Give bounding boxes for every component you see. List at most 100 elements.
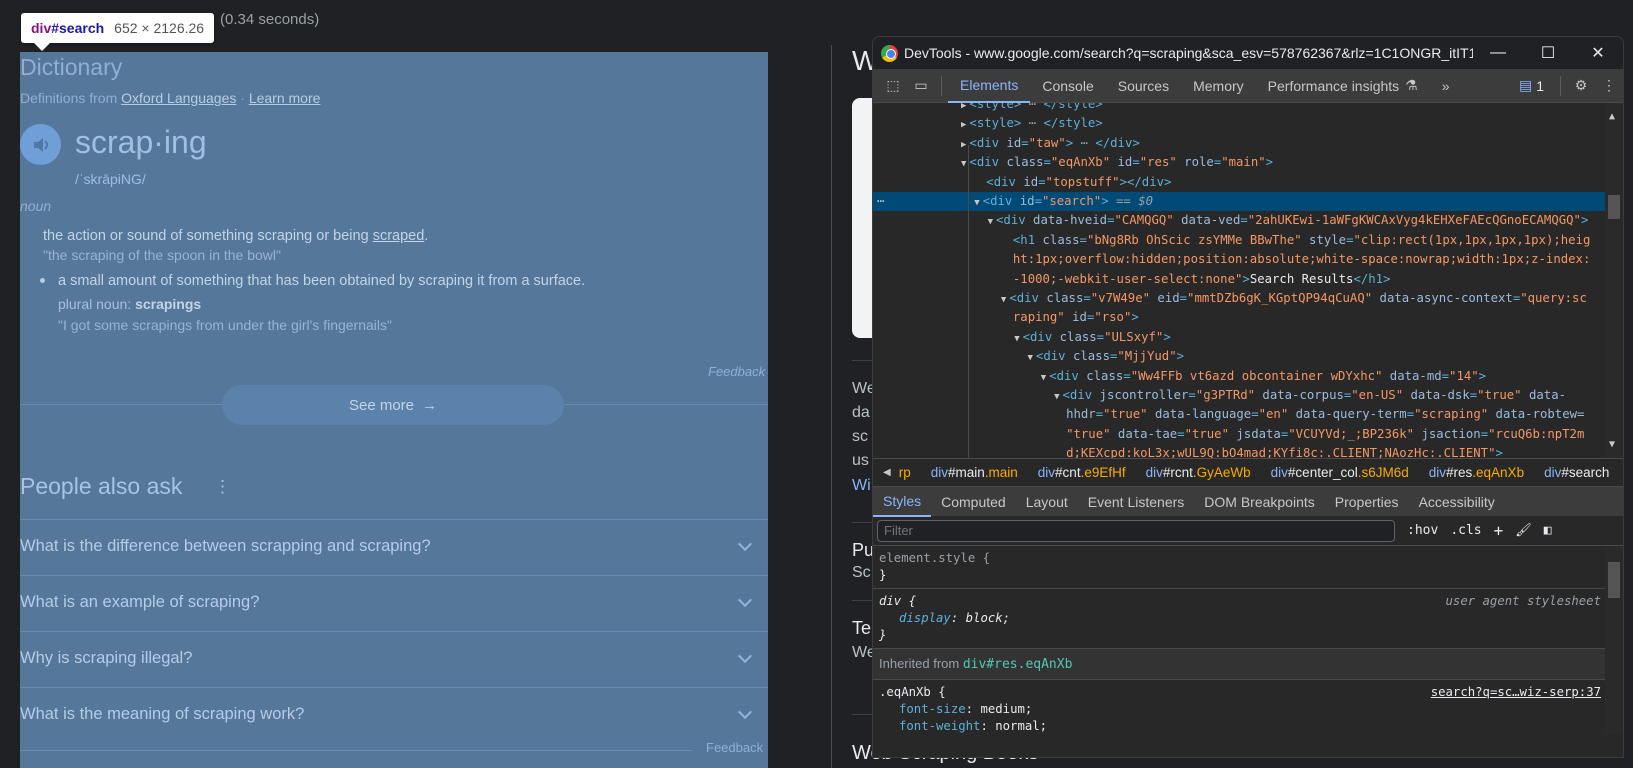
subtab-accessibility[interactable]: Accessibility — [1409, 487, 1505, 517]
tab-sources[interactable]: Sources — [1106, 69, 1181, 103]
expand-arrow-icon[interactable]: ▼ — [1001, 295, 1006, 305]
expand-arrow-icon[interactable]: ▼ — [1014, 334, 1019, 344]
dom-node[interactable]: hhdr="true" data-language="en" data-quer… — [873, 405, 1605, 424]
more-tabs-button[interactable]: » — [1430, 69, 1462, 103]
right-column-fragment: da — [852, 404, 870, 421]
breadcrumb-left-icon[interactable]: ◀ — [883, 467, 891, 478]
more-menu-icon[interactable]: ⋮ — [1595, 77, 1623, 94]
styles-scrollbar[interactable] — [1605, 546, 1623, 734]
property-value[interactable]: medium; — [980, 702, 1032, 716]
tab-memory[interactable]: Memory — [1181, 69, 1256, 103]
dictionary-feedback-link[interactable]: Feedback — [708, 364, 765, 379]
paa-question[interactable]: Why is scraping illegal? — [20, 649, 192, 668]
subtab-styles[interactable]: Styles — [873, 487, 932, 517]
tab-performance-insights[interactable]: Performance insights ⚗ — [1256, 69, 1430, 103]
property-name[interactable]: font-size — [899, 702, 966, 716]
paa-feedback-link[interactable]: Feedback — [706, 740, 763, 755]
breadcrumb-item[interactable]: div#rcnt.GyAeWb — [1146, 465, 1251, 480]
subtab-properties[interactable]: Properties — [1325, 487, 1409, 517]
dom-node[interactable]: ▶ <style> ⋯ </style> — [873, 103, 1605, 114]
issues-icon[interactable]: ▤ — [1519, 77, 1532, 94]
subtab-event-listeners[interactable]: Event Listeners — [1078, 487, 1195, 517]
breadcrumb-item[interactable]: div#res.eqAnXb — [1429, 465, 1524, 480]
property-value[interactable]: normal; — [995, 719, 1047, 733]
breadcrumb-item[interactable]: rp — [899, 465, 911, 480]
minimize-button[interactable]: — — [1473, 44, 1523, 62]
subtab-computed[interactable]: Computed — [931, 487, 1016, 517]
paa-question[interactable]: What is an example of scraping? — [20, 593, 259, 612]
scroll-thumb[interactable] — [1608, 195, 1620, 219]
breadcrumb-item[interactable]: div#search — [1544, 465, 1609, 480]
dom-node[interactable]: <div id="topstuff"></div> — [873, 173, 1605, 192]
dom-node[interactable]: ht:1px;overflow:hidden;position:absolute… — [873, 250, 1605, 269]
see-more-button[interactable]: See more → — [222, 385, 564, 425]
dom-node[interactable]: ▼ <div data-hveid="CAMQGQ" data-ved="2ahU… — [873, 211, 1605, 230]
subtab-dom-breakpoints[interactable]: DOM Breakpoints — [1194, 487, 1324, 517]
dom-node[interactable]: ▼ <div jscontroller="g3PTRd" data-corpus=… — [873, 386, 1605, 405]
dom-node[interactable]: "true" data-tae="true" jsdata="VCUYVd;_;… — [873, 425, 1605, 444]
dom-node[interactable]: raping" id="rso"> — [873, 308, 1605, 327]
property-name[interactable]: font-weight — [899, 719, 980, 733]
inherited-selector-link[interactable]: div#res.eqAnXb — [963, 657, 1073, 672]
paa-question[interactable]: What is the meaning of scraping work? — [20, 705, 304, 724]
more-options-icon[interactable]: ⋮ — [214, 477, 231, 497]
scroll-thumb[interactable] — [1608, 562, 1620, 598]
styles-filter-input[interactable] — [877, 519, 1395, 542]
collapse-arrow-icon[interactable]: ▶ — [961, 103, 966, 111]
new-style-rule-icon[interactable]: + — [1494, 521, 1504, 540]
learn-more-link[interactable]: Learn more — [249, 90, 321, 106]
collapse-arrow-icon[interactable]: ▶ — [961, 140, 966, 150]
dom-node[interactable]: ▼ <div class="ULSxyf"> — [873, 328, 1605, 347]
dom-node[interactable]: ▶ <div id="taw"> ⋯ </div> — [873, 134, 1605, 153]
breadcrumb-item[interactable]: div#main.main — [931, 465, 1018, 480]
paint-brush-icon[interactable]: 🖌 — [1515, 523, 1532, 538]
expand-arrow-icon[interactable]: ▼ — [1054, 392, 1059, 402]
dom-node[interactable]: ▼ <div class="v7W49e" eid="mmtDZb6gK_KGpt… — [873, 289, 1605, 308]
element-style-rule[interactable]: element.style { } — [873, 546, 1623, 589]
breadcrumb-item[interactable]: div#cnt.e9EfHf — [1038, 465, 1126, 480]
subtab-layout[interactable]: Layout — [1016, 487, 1078, 517]
toggle-sidebar-icon[interactable]: ◧ — [1544, 523, 1552, 538]
pronunciation-speaker-button[interactable] — [20, 124, 61, 165]
collapse-arrow-icon[interactable]: ▶ — [961, 120, 966, 130]
rule-source-link[interactable]: search?q=sc…wiz-serp:37 — [1431, 684, 1601, 701]
oxford-languages-link[interactable]: Oxford Languages — [121, 90, 236, 106]
expand-arrow-icon[interactable]: ▼ — [1041, 373, 1046, 383]
scroll-up-icon[interactable]: ▲ — [1609, 107, 1615, 126]
eqanxb-rule[interactable]: .eqAnXb { search?q=sc…wiz-serp:37 font-s… — [873, 680, 1623, 734]
inspect-element-icon[interactable]: ⬚ — [879, 77, 907, 94]
dom-node[interactable]: d;KEXcpd:koL3x;wUL9Q:bO4mad;KYfi8c:.CLIE… — [873, 444, 1605, 458]
issues-count[interactable]: 1 — [1536, 78, 1544, 94]
dom-scrollbar[interactable]: ▲ ▼ — [1605, 103, 1623, 458]
dom-node[interactable]: <h1 class="bNg8Rb OhScic zsYMMe BBwThe" … — [873, 231, 1605, 250]
dom-node[interactable]: ▶ <style> ⋯ </style> — [873, 114, 1605, 133]
dom-node[interactable]: ▼ <div class="eqAnXb" id="res" role="main… — [873, 153, 1605, 172]
tab-console[interactable]: Console — [1030, 69, 1105, 103]
expand-arrow-icon[interactable]: ▼ — [1028, 353, 1033, 363]
cls-button[interactable]: .cls — [1450, 523, 1481, 538]
tab-elements[interactable]: Elements — [948, 69, 1031, 103]
dom-node[interactable]: -1000;-webkit-user-select:none">Search R… — [873, 270, 1605, 289]
expand-arrow-icon[interactable]: ▼ — [988, 217, 993, 227]
expand-arrow-icon[interactable]: ▼ — [974, 198, 979, 208]
device-toolbar-icon[interactable]: ▭ — [907, 77, 935, 94]
expand-arrow-icon[interactable]: ▼ — [961, 159, 966, 169]
elements-dom-tree[interactable]: ▼<div data-hveid="CBsQAA">d;KEXcpd:koL3x… — [873, 103, 1623, 458]
scroll-down-icon[interactable]: ▼ — [1609, 435, 1615, 454]
node-actions-icon[interactable]: ⋯ — [877, 192, 884, 211]
breadcrumb-item[interactable]: div#center_col.s6JM6d — [1271, 465, 1409, 480]
maximize-button[interactable]: ☐ — [1523, 43, 1573, 63]
paa-question[interactable]: What is the difference between scrapping… — [20, 537, 431, 556]
right-column-link[interactable]: Wi — [852, 477, 871, 495]
dom-node-selected[interactable]: ⋯ ▼ <div id="search"> == $0 — [873, 192, 1605, 212]
scraped-link[interactable]: scraped — [373, 228, 425, 244]
hov-button[interactable]: :hov — [1407, 523, 1438, 538]
settings-gear-icon[interactable]: ⚙ — [1567, 77, 1595, 94]
dom-node[interactable]: ▼ <div class="MjjYud"> — [873, 347, 1605, 366]
dom-node[interactable]: ▼ <div class="Ww4FFb vt6azd obcontainer w… — [873, 367, 1605, 386]
property-name[interactable]: display — [899, 611, 951, 625]
close-button[interactable]: ✕ — [1573, 43, 1623, 63]
devtools-titlebar[interactable]: DevTools - www.google.com/search?q=scrap… — [873, 37, 1623, 69]
user-agent-rule[interactable]: div { user agent stylesheet display: blo… — [873, 589, 1623, 649]
property-value[interactable]: block; — [966, 611, 1010, 625]
